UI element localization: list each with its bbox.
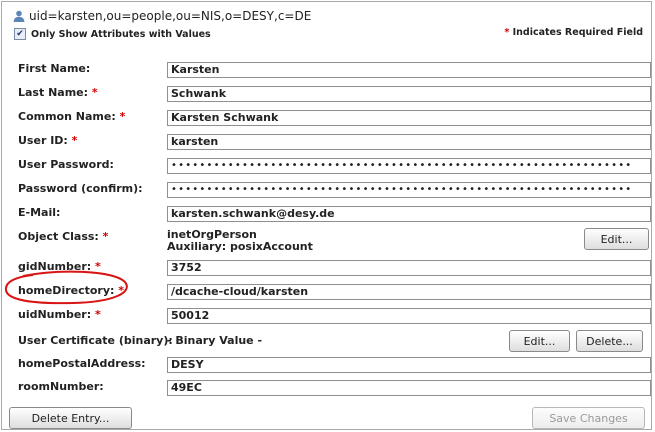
attribute-row-password-confirm: Password (confirm): ••••••••••••••••••••… [2, 180, 653, 204]
attribute-row-first-name: First Name: Karsten [2, 60, 653, 84]
attribute-label: roomNumber: [18, 380, 104, 393]
common-name-field[interactable]: Karsten Schwank [167, 110, 651, 126]
required-marker: * [71, 134, 78, 147]
save-changes-button[interactable]: Save Changes [532, 407, 645, 429]
user-id-field[interactable]: karsten [167, 134, 651, 150]
delete-entry-button[interactable]: Delete Entry... [9, 407, 132, 429]
roomnumber-field[interactable]: 49EC [167, 380, 651, 396]
attribute-label: User ID: * [18, 134, 78, 147]
object-class-edit-button[interactable]: Edit... [584, 228, 649, 250]
attribute-row-uidnumber: uidNumber: * 50012 [2, 306, 653, 330]
attribute-row-user-password: User Password: •••••••••••••••••••••••••… [2, 156, 653, 180]
only-show-values-option[interactable]: ✔ Only Show Attributes with Values [14, 27, 211, 41]
only-show-values-label: Only Show Attributes with Values [31, 28, 211, 40]
person-icon [13, 10, 25, 22]
attribute-label: homePostalAddress: [18, 357, 146, 370]
required-field-note-text: Indicates Required Field [512, 27, 643, 38]
only-show-values-checkbox[interactable]: ✔ [14, 28, 26, 40]
attribute-row-common-name: Common Name: * Karsten Schwank [2, 108, 653, 132]
attribute-label: E-Mail: [18, 206, 61, 219]
highlight-annotation [4, 270, 128, 305]
first-name-field[interactable]: Karsten [167, 62, 651, 78]
attribute-row-homepostaladdress: homePostalAddress: DESY [2, 354, 653, 378]
attribute-row-email: E-Mail: karsten.schwank@desy.de [2, 204, 653, 228]
gidnumber-field[interactable]: 3752 [167, 260, 651, 276]
attribute-row-object-class: Object Class: * inetOrgPerson Auxiliary:… [2, 228, 653, 256]
homepostaladdress-field[interactable]: DESY [167, 357, 651, 373]
attribute-label: uidNumber: * [18, 308, 101, 321]
attribute-label: First Name: [18, 62, 91, 75]
user-certificate-delete-button[interactable]: Delete... [576, 330, 643, 352]
required-marker: * [91, 86, 98, 99]
uidnumber-field[interactable]: 50012 [167, 308, 651, 324]
last-name-field[interactable]: Schwank [167, 86, 651, 102]
entry-dn-text: uid=karsten,ou=people,ou=NIS,o=DESY,c=DE [29, 9, 312, 23]
entry-dn-header: uid=karsten,ou=people,ou=NIS,o=DESY,c=DE [13, 8, 311, 24]
required-marker: * [504, 27, 510, 38]
password-confirm-field[interactable]: ••••••••••••••••••••••••••••••••••••••••… [167, 182, 651, 198]
object-class-auxiliary: Auxiliary: posixAccount [167, 240, 313, 253]
attribute-label: Password (confirm): [18, 182, 143, 195]
required-marker: * [94, 308, 101, 321]
attribute-row-roomnumber: roomNumber: 49EC [2, 378, 653, 402]
attribute-label: Last Name: * [18, 86, 98, 99]
required-marker: * [119, 110, 126, 123]
user-certificate-value: - Binary Value - [167, 334, 263, 347]
attribute-row-user-certificate: User Certificate (binary): - Binary Valu… [2, 330, 653, 354]
attribute-label: Object Class: * [18, 230, 109, 243]
required-field-note: * Indicates Required Field [504, 27, 643, 38]
attribute-label: User Password: [18, 158, 114, 171]
email-field[interactable]: karsten.schwank@desy.de [167, 206, 651, 222]
entry-editor-panel: uid=karsten,ou=people,ou=NIS,o=DESY,c=DE… [1, 1, 652, 430]
user-certificate-edit-button[interactable]: Edit... [509, 330, 570, 352]
attribute-label: Common Name: * [18, 110, 126, 123]
attribute-row-last-name: Last Name: * Schwank [2, 84, 653, 108]
homedirectory-field[interactable]: /dcache-cloud/karsten [167, 284, 651, 300]
attribute-label: User Certificate (binary): [18, 334, 173, 347]
required-marker: * [102, 230, 109, 243]
user-password-field[interactable]: ••••••••••••••••••••••••••••••••••••••••… [167, 158, 651, 174]
attribute-row-user-id: User ID: * karsten [2, 132, 653, 156]
